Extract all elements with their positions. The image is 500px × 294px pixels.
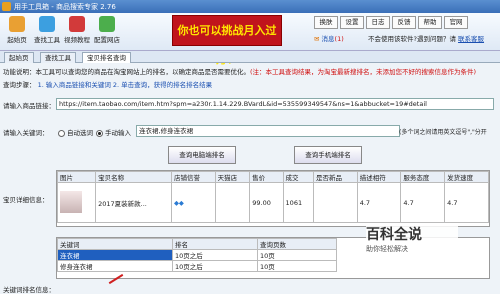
col-keyword: 关键词 bbox=[57, 238, 173, 250]
promo-banner[interactable]: 你也可以挑战月入过万！ bbox=[172, 15, 282, 66]
product-thumbnail bbox=[56, 182, 97, 223]
col-desc: 描述相符 bbox=[356, 171, 402, 183]
tab-find-tools[interactable]: 查找工具 bbox=[40, 52, 76, 63]
message-label: 消息 bbox=[321, 35, 335, 43]
watermark-title: 百科全说 bbox=[366, 227, 422, 243]
feedback-button[interactable]: 反馈 bbox=[392, 16, 416, 29]
rank-cell: 10页之后 bbox=[172, 249, 258, 261]
pages-cell: 10页 bbox=[257, 249, 337, 261]
message-count: (1) bbox=[334, 35, 344, 43]
start-page-button[interactable]: 起始页 bbox=[2, 16, 32, 44]
steps-text: 1. 输入商品链接和关键词 2. 单击查询，获得的排名排名结果 bbox=[37, 81, 213, 89]
rank-info-label: 关键词排名信息： bbox=[3, 286, 55, 294]
new-cell bbox=[312, 182, 358, 223]
message-link[interactable]: ✉ 消息(1) bbox=[314, 33, 344, 43]
find-tools-button[interactable]: 查找工具 bbox=[32, 16, 62, 44]
col-shipping: 发货速度 bbox=[444, 171, 489, 183]
price-cell: 99.00 bbox=[249, 182, 284, 223]
table-row[interactable]: 修身连衣裙 10页之后 10页 bbox=[57, 260, 337, 272]
table-row[interactable]: 2017夏装新款... ◆◆ 99.00 1061 4.7 4.7 4.7 bbox=[56, 182, 489, 223]
dress-thumbnail bbox=[60, 190, 82, 213]
col-service: 服务态度 bbox=[400, 171, 446, 183]
auto-select-radio[interactable]: 自动选词 bbox=[58, 127, 93, 137]
watermark-logo: 百科全说 助你轻松解决 bbox=[366, 224, 458, 262]
deals-cell: 1061 bbox=[282, 182, 314, 223]
keyword-cell: 连衣裙 bbox=[57, 249, 173, 261]
col-deals: 成交 bbox=[282, 171, 314, 183]
start-page-label: 起始页 bbox=[7, 36, 27, 44]
product-name: 2017夏装新款... bbox=[95, 182, 172, 223]
desc-score: 4.7 bbox=[356, 182, 402, 223]
help-button[interactable]: 帮助 bbox=[418, 16, 442, 29]
auto-select-label: 自动选词 bbox=[67, 129, 93, 137]
settings-button[interactable]: 设置 bbox=[340, 16, 364, 29]
find-tools-label: 查找工具 bbox=[34, 36, 60, 44]
col-tmall: 天猫店 bbox=[214, 171, 251, 183]
log-button[interactable]: 日志 bbox=[366, 16, 390, 29]
col-name: 宝贝名称 bbox=[95, 171, 172, 183]
app-icon bbox=[2, 2, 11, 11]
col-pages: 查询页数 bbox=[257, 238, 337, 250]
video-tutorial-button[interactable]: 视频教程 bbox=[62, 16, 92, 44]
help-hint: 不会使用该软件?遇到问题？请 联系客服 bbox=[368, 33, 484, 43]
video-tutorial-label: 视频教程 bbox=[64, 36, 90, 44]
keyword-input[interactable]: 连衣裙,修身连衣裙 bbox=[136, 125, 400, 137]
shipping-score: 4.7 bbox=[444, 182, 489, 223]
video-icon bbox=[69, 16, 85, 32]
config-shop-button[interactable]: 配置网店 bbox=[92, 16, 122, 44]
col-image: 图片 bbox=[56, 171, 97, 183]
pages-cell: 10页 bbox=[257, 260, 337, 272]
product-link-input[interactable]: https://item.taobao.com/item.htm?spm=a23… bbox=[56, 98, 494, 110]
website-button[interactable]: 官网 bbox=[444, 16, 468, 29]
product-table: 图片 宝贝名称 店铺信誉 天猫店 售价 成交 是否新品 描述相符 服务态度 发货… bbox=[56, 170, 490, 227]
keyword-label: 请输入关键词： bbox=[3, 129, 49, 137]
contact-support-link[interactable]: 联系客服 bbox=[458, 35, 484, 43]
watermark-subtitle: 助你轻松解决 bbox=[366, 245, 408, 253]
window-title: 用手工具箱 - 商品搜索专家 2.76 bbox=[14, 3, 116, 11]
col-rank: 排名 bbox=[172, 238, 258, 250]
query-pc-rank-button[interactable]: 查询电脑端排名 bbox=[168, 146, 236, 164]
tmall-cell bbox=[214, 182, 251, 223]
tab-start-page[interactable]: 起始页 bbox=[4, 52, 34, 63]
keyword-cell: 修身连衣裙 bbox=[57, 260, 173, 272]
query-steps: 查询步骤： 1. 输入商品链接和关键词 2. 单击查询，获得的排名排名结果 bbox=[3, 79, 212, 89]
steps-label: 查询步骤： bbox=[3, 81, 36, 89]
description-note: (注：本工具查询结果，为淘宝最新搜排名，未添加您不好的搜索信息作为条件) bbox=[250, 68, 477, 76]
bell-icon: ✉ bbox=[314, 35, 320, 43]
skin-button[interactable]: 换肤 bbox=[314, 16, 338, 29]
table-header: 图片 宝贝名称 店铺信誉 天猫店 售价 成交 是否新品 描述相符 服务态度 发货… bbox=[56, 171, 489, 183]
function-description: 功能说明：本工具可以查询您的商品在淘宝网站上的排名，以确定商品是否需要优化。(注… bbox=[3, 66, 476, 76]
rank-cell: 10页之后 bbox=[172, 260, 258, 272]
table-header: 关键词 排名 查询页数 bbox=[57, 238, 337, 250]
credit-badge: ◆◆ bbox=[170, 182, 216, 223]
help-hint-text: 不会使用该软件?遇到问题？请 bbox=[368, 35, 456, 43]
service-score: 4.7 bbox=[400, 182, 446, 223]
search-icon bbox=[39, 16, 55, 32]
radio-circle bbox=[96, 129, 103, 137]
col-new: 是否新品 bbox=[312, 171, 358, 183]
title-bar: 用手工具箱 - 商品搜索专家 2.76 bbox=[0, 0, 500, 13]
shop-icon bbox=[99, 16, 115, 32]
diamond-icon: ◆◆ bbox=[173, 198, 184, 207]
config-shop-label: 配置网店 bbox=[94, 36, 120, 44]
radio-circle bbox=[58, 129, 65, 137]
home-icon bbox=[9, 16, 25, 32]
link-label: 请输入商品链接： bbox=[3, 102, 55, 110]
col-price: 售价 bbox=[249, 171, 284, 183]
manual-input-label: 手动输入 bbox=[105, 129, 131, 137]
manual-input-radio[interactable]: 手动输入 bbox=[96, 127, 131, 137]
table-row[interactable]: 连衣裙 10页之后 10页 bbox=[57, 249, 337, 261]
tab-bar: 起始页 查找工具 宝贝排名查询 bbox=[0, 51, 500, 63]
keyword-hint: (多个词之间请用英文逗号","分开 bbox=[399, 129, 487, 136]
product-info-label: 宝贝详细信息： bbox=[3, 196, 49, 204]
tab-rank-query[interactable]: 宝贝排名查询 bbox=[82, 52, 131, 63]
query-mobile-rank-button[interactable]: 查询手机端排名 bbox=[294, 146, 362, 164]
col-credit: 店铺信誉 bbox=[170, 171, 216, 183]
description-text: 功能说明：本工具可以查询您的商品在淘宝网站上的排名，以确定商品是否需要优化。 bbox=[3, 68, 250, 76]
